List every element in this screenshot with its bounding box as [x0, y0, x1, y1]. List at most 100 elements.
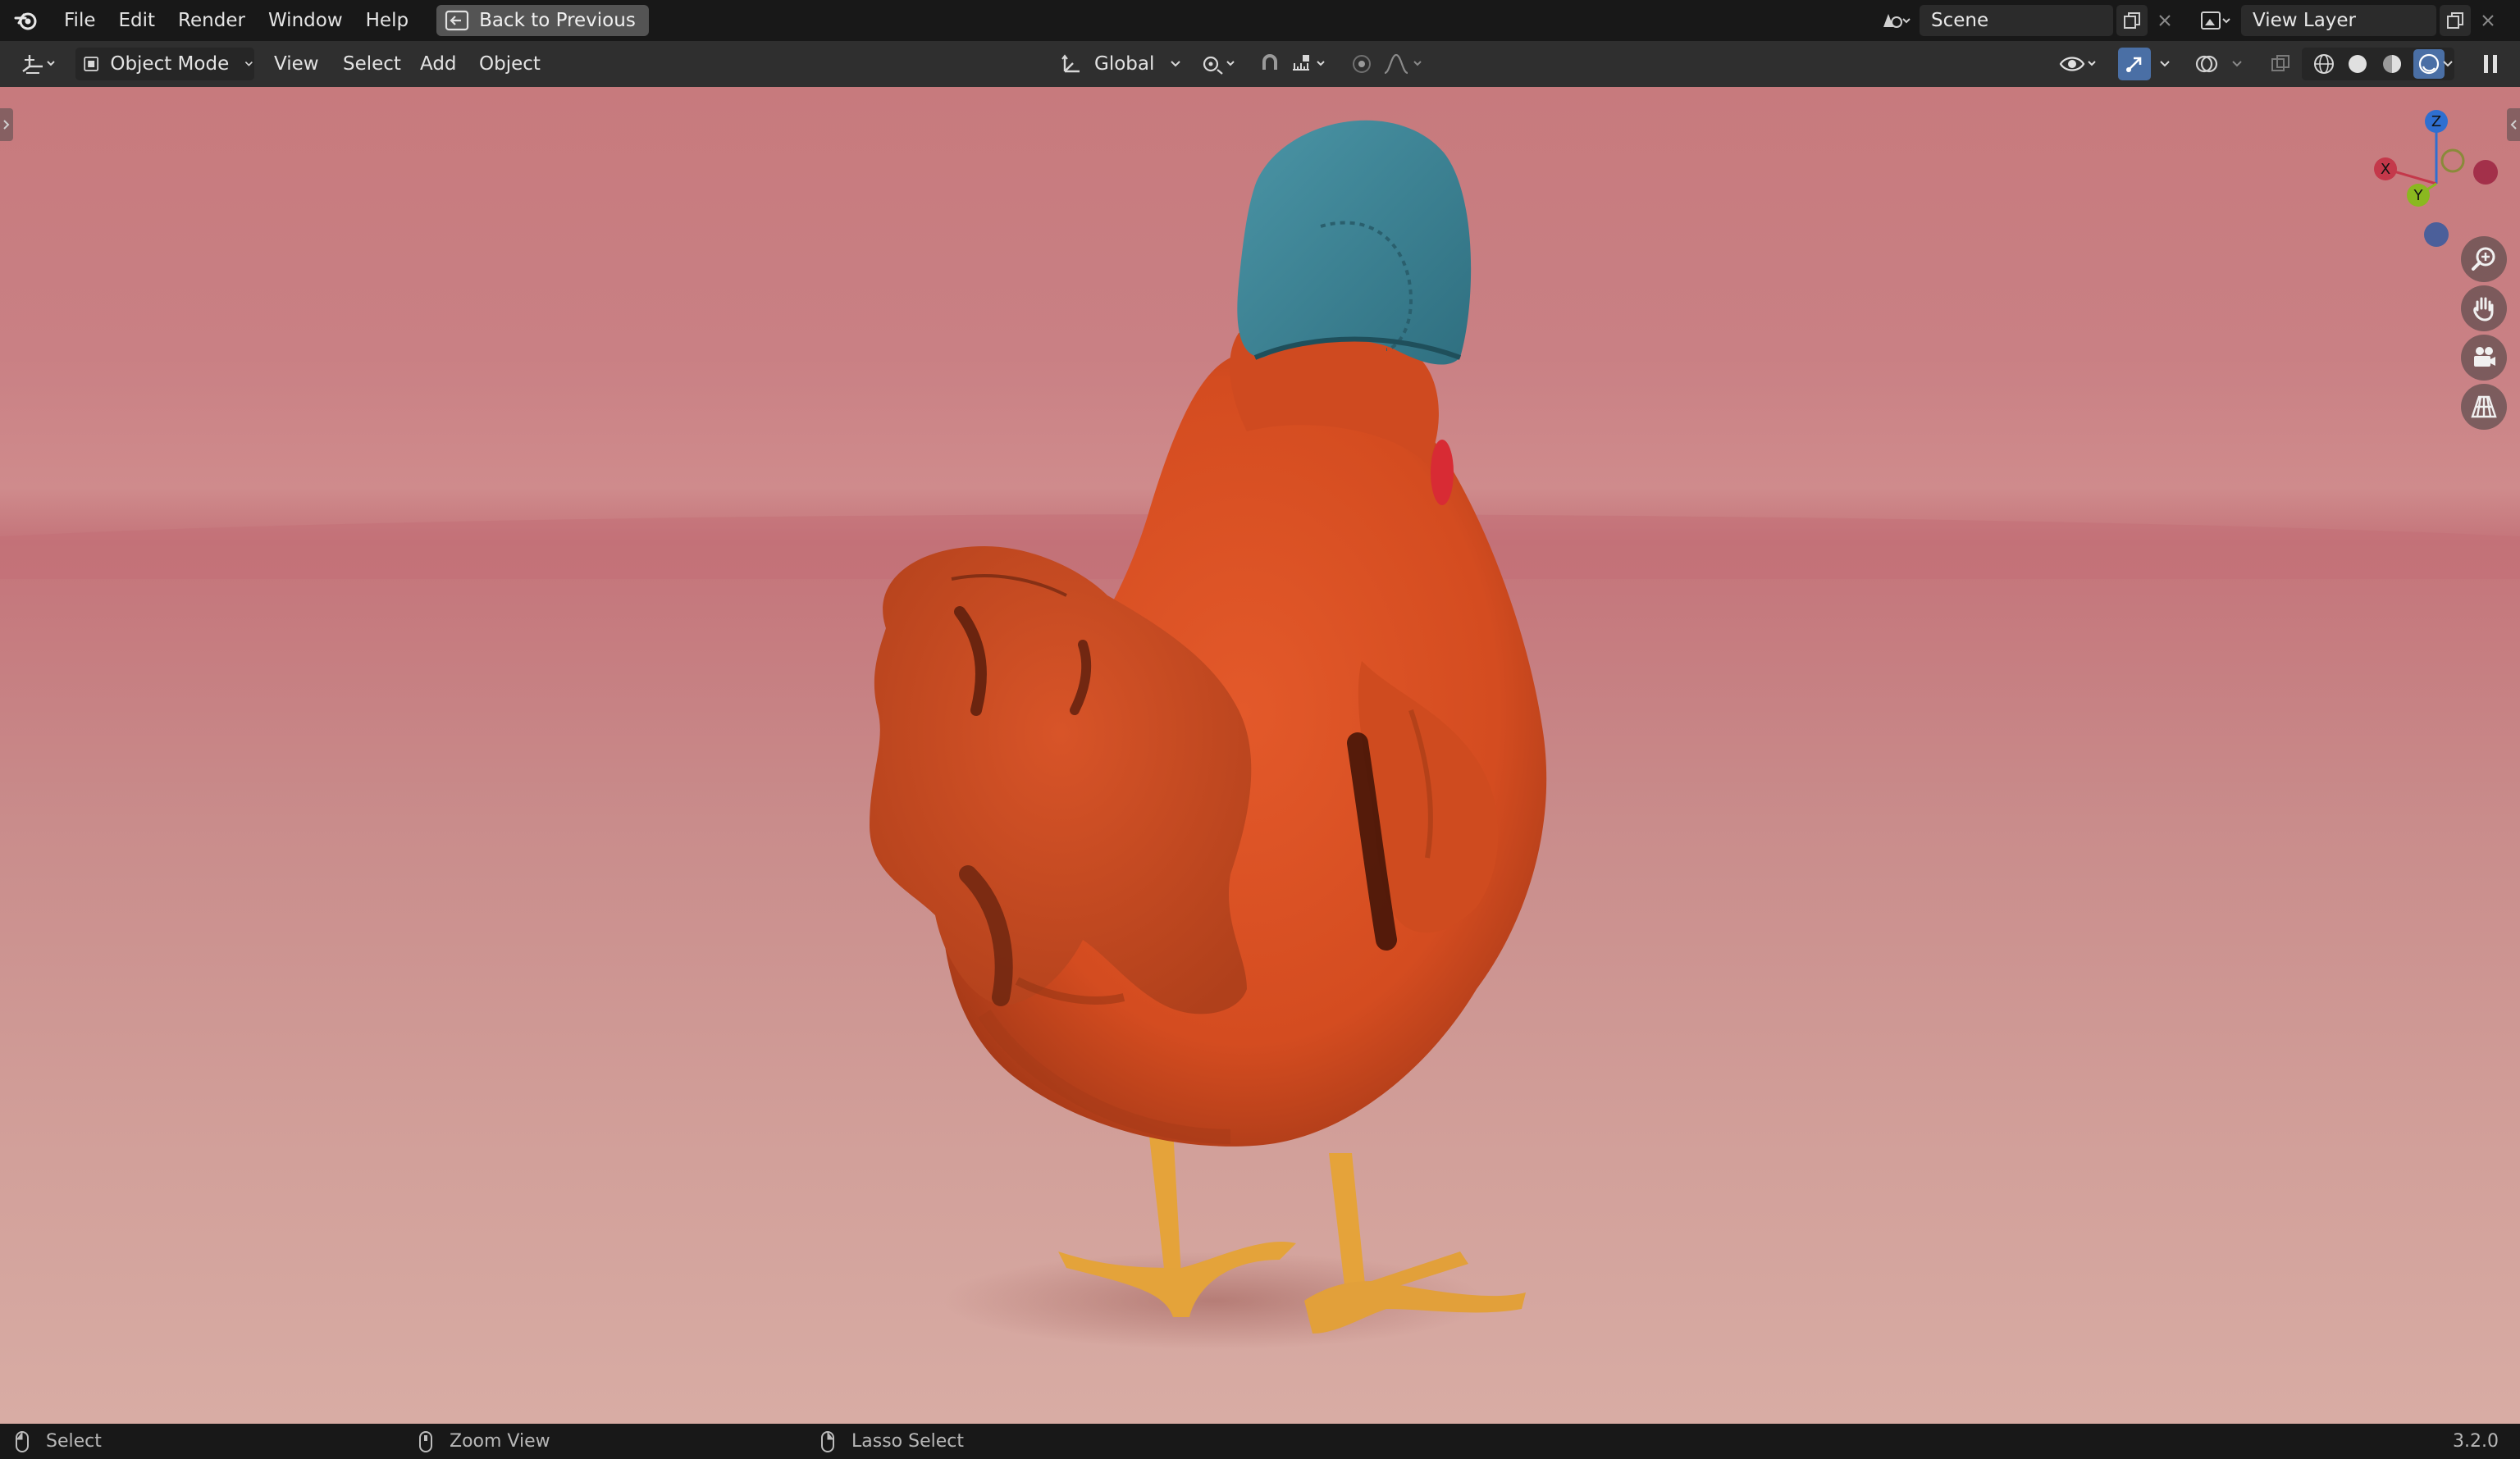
status-select-hint: Select [15, 1424, 102, 1459]
view-layer-icon [2201, 11, 2230, 30]
visibility-dropdown[interactable] [2054, 48, 2103, 80]
back-arrow-icon [445, 10, 469, 31]
chevron-down-icon [2443, 61, 2453, 67]
menu-add[interactable]: Add [420, 48, 457, 80]
wireframe-shading-icon[interactable] [2312, 52, 2336, 76]
shading-mode-group [2302, 48, 2454, 80]
grid-perspective-icon [2471, 395, 2497, 418]
camera-view-button[interactable] [2461, 335, 2507, 381]
scene-icon [1883, 14, 1911, 28]
rendered-scene [0, 120, 2520, 1350]
menu-select[interactable]: Select [343, 48, 401, 80]
version-label: 3.2.0 [2453, 1431, 2499, 1452]
status-bar: Select Zoom View Lasso Select 3.2.0 [0, 1424, 2520, 1459]
scene-name: Scene [1931, 10, 1989, 31]
top-menu-bar: File Edit Render Window Help Back to Pre… [0, 0, 2520, 41]
orientation-label: Global [1094, 53, 1155, 75]
proportional-edit-toggle[interactable] [1347, 48, 1376, 80]
gizmo-icon [2126, 57, 2142, 72]
close-icon [2159, 15, 2171, 26]
scene-name-field[interactable]: Scene [1920, 5, 2113, 36]
gizmo-x-label: X [2381, 161, 2390, 178]
status-lasso-hint: Lasso Select [820, 1424, 964, 1459]
eye-icon [2059, 57, 2096, 71]
mouse-left-icon [16, 1430, 29, 1452]
snap-toggle[interactable] [1253, 48, 1286, 80]
chevron-right-icon [3, 120, 10, 130]
transform-orientation-dropdown[interactable]: Global [1053, 48, 1185, 80]
menu-edit[interactable]: Edit [107, 0, 167, 41]
perspective-toggle-button[interactable] [2461, 384, 2507, 430]
wattle [1431, 440, 1454, 505]
3d-viewport[interactable]: Z X Y [0, 87, 2520, 1424]
view-layer-name-field[interactable]: View Layer [2241, 5, 2436, 36]
blue-hat [1237, 120, 1472, 365]
gizmo-z-label: Z [2431, 113, 2441, 130]
menu-object[interactable]: Object [479, 48, 541, 80]
zoom-button[interactable] [2461, 236, 2507, 282]
toolbar-region-toggle[interactable] [0, 108, 13, 141]
overlay-dropdown[interactable] [2225, 48, 2249, 80]
gizmo-dropdown[interactable] [2152, 48, 2177, 80]
delete-scene-button[interactable] [2151, 5, 2179, 36]
zoom-icon [2472, 247, 2495, 271]
version-info: 3.2.0 [2453, 1424, 2499, 1459]
pause-icon [2484, 55, 2497, 73]
menu-render[interactable]: Render [167, 0, 257, 41]
xray-toggle[interactable] [2266, 48, 2295, 80]
scene-browse-button[interactable] [1872, 5, 1918, 36]
pan-button[interactable] [2461, 285, 2507, 331]
status-zoom-hint: Zoom View [418, 1424, 550, 1459]
viewport-header: Object Mode View Select Add Object Globa… [0, 41, 2520, 87]
gizmo-toggle[interactable] [2118, 48, 2151, 80]
editor-type-button[interactable] [11, 48, 66, 80]
gizmo-y-label: Y [2413, 187, 2424, 204]
shading-dropdown[interactable] [2433, 48, 2463, 80]
menu-file[interactable]: File [52, 0, 107, 41]
pivot-point-dropdown[interactable] [1196, 48, 1242, 80]
new-scene-button[interactable] [2116, 5, 2148, 36]
chevron-down-icon [2160, 61, 2170, 67]
gizmo-neg-z[interactable] [2424, 222, 2449, 247]
back-to-previous-button[interactable]: Back to Previous [436, 5, 649, 36]
blender-window: File Edit Render Window Help Back to Pre… [0, 0, 2520, 1459]
new-view-layer-button[interactable] [2440, 5, 2471, 36]
falloff-curve-icon [1384, 53, 1422, 75]
xray-icon [2271, 55, 2289, 71]
view-layer-browse-button[interactable] [2192, 5, 2238, 36]
material-shading-icon[interactable] [2380, 52, 2404, 76]
duplicate-icon [2124, 12, 2140, 29]
3d-viewport-icon [22, 55, 55, 74]
solid-shading-icon[interactable] [2345, 52, 2370, 76]
camera-icon [2474, 347, 2495, 367]
menu-window[interactable]: Window [257, 0, 354, 41]
chevron-down-icon [1171, 61, 1181, 67]
proportional-falloff-dropdown[interactable] [1378, 48, 1431, 80]
chevron-down-icon [245, 62, 253, 66]
snap-increment-icon [1293, 55, 1325, 71]
overlay-toggle[interactable] [2190, 48, 2223, 80]
pause-render-button[interactable] [2474, 48, 2507, 80]
object-mode-dropdown[interactable]: Object Mode [75, 48, 254, 80]
menu-view[interactable]: View [274, 48, 319, 80]
gizmo-neg-y[interactable] [2440, 148, 2465, 173]
close-icon [2482, 15, 2494, 26]
chevron-down-icon [2232, 61, 2242, 67]
magnet-icon [1262, 54, 1277, 70]
delete-view-layer-button[interactable] [2474, 5, 2502, 36]
menu-help[interactable]: Help [354, 0, 420, 41]
back-to-previous-label: Back to Previous [479, 10, 636, 31]
orientation-icon [1061, 54, 1080, 73]
gizmo-neg-x[interactable] [2473, 160, 2498, 185]
object-mode-label: Object Mode [110, 53, 230, 75]
hand-pan-icon [2473, 297, 2494, 321]
proportional-edit-icon [1353, 55, 1371, 73]
object-mode-icon [84, 57, 99, 71]
navigation-gizmo[interactable]: Z X Y [2362, 103, 2510, 251]
snap-element-dropdown[interactable] [1286, 48, 1334, 80]
status-lasso-label: Lasso Select [851, 1431, 964, 1452]
status-select-label: Select [46, 1431, 102, 1452]
view-layer-name: View Layer [2253, 10, 2357, 31]
blender-logo-icon[interactable] [0, 0, 52, 41]
status-zoom-label: Zoom View [450, 1431, 550, 1452]
